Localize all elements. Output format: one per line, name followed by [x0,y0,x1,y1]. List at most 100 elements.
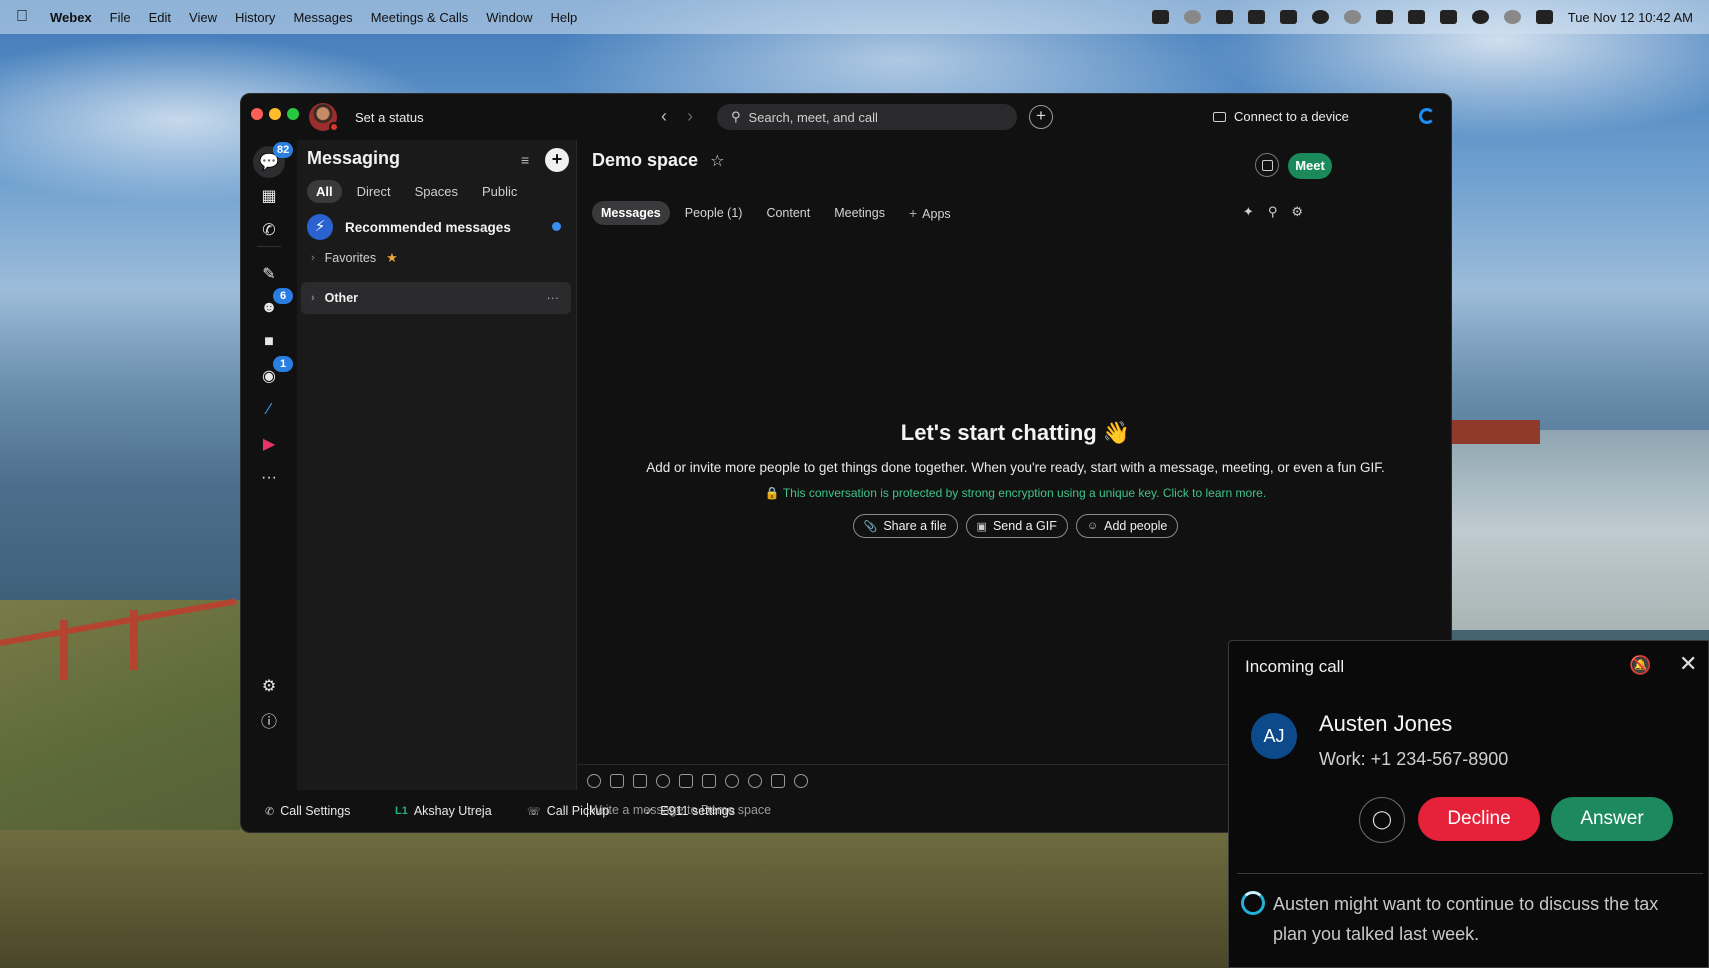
composer-toolbar [587,774,808,788]
set-status-link[interactable]: Set a status [355,110,424,125]
quote-icon[interactable] [702,774,716,788]
glasses-icon[interactable] [1343,10,1361,24]
gif-picker-icon[interactable] [633,774,647,788]
tab-apps[interactable]: + Apps [900,200,960,226]
messaging-nav-button[interactable]: 💬 82 [253,142,294,178]
menu-messages[interactable]: Messages [293,10,352,25]
minimize-window-button[interactable] [269,108,281,120]
drive-icon[interactable] [1407,10,1425,24]
sync-status-icon[interactable] [1419,108,1435,124]
menu-file[interactable]: File [110,10,131,25]
decline-button[interactable]: Decline [1418,797,1540,841]
spotlight-search-icon[interactable] [1503,10,1521,24]
tab-meetings[interactable]: Meetings [825,201,894,225]
voicemail-nav-button[interactable]: ◉ 1 [253,356,293,392]
attach-icon[interactable] [587,774,601,788]
zoom-window-button[interactable] [287,108,299,120]
connect-device-button[interactable]: Connect to a device [1213,109,1349,124]
ai-sparkle-icon[interactable] [794,774,808,788]
tab-messages[interactable]: Messages [592,201,670,225]
e911-settings-button[interactable]: ✓ E911 settings [645,804,735,818]
send-gif-button[interactable]: ▣ Send a GIF [965,514,1068,538]
close-window-button[interactable] [251,108,263,120]
calling-nav-button[interactable]: ✆ [253,214,285,246]
add-people-button[interactable]: ☺ Add people [1075,514,1179,538]
apple-icon[interactable]:  [16,8,28,26]
call-settings-button[interactable]: ✆ Call Settings [265,804,350,818]
navigation-rail: 💬 82 ▦ ✆ ✎ ☻ 6 ■ ◉ 1 ∕ ▶ ··· ⚙ ⓘ [241,140,297,832]
emoji-icon[interactable] [656,774,670,788]
screenshot-icon[interactable] [610,774,624,788]
more-apps-button[interactable]: ··· [253,462,285,494]
menu-view[interactable]: View [189,10,217,25]
messaging-unread-badge: 82 [273,142,294,158]
tab-people[interactable]: People (1) [676,201,752,225]
app-tray-icon[interactable] [1247,10,1265,24]
space-tools: ✦ ⚲ ⚙ [1243,204,1303,220]
answer-button[interactable]: Answer [1551,797,1673,841]
mac-menu-bar:  Webex File Edit View History Messages … [0,0,1709,34]
filter-all[interactable]: All [307,180,342,203]
share-screen-button[interactable] [1255,153,1279,177]
menu-edit[interactable]: Edit [149,10,171,25]
line-selector[interactable]: L1 Akshay Utreja [395,804,492,818]
vidcast-nav-button[interactable]: ▶ [253,428,285,460]
new-conversation-button[interactable]: + [545,148,569,172]
contacts-nav-button[interactable]: ■ [253,326,285,358]
notification-tray-icon[interactable] [1279,10,1297,24]
messaging-title: Messaging [307,148,401,168]
search-input[interactable]: ⚲ Search, meet, and call [717,104,1017,130]
forward-arrow-icon[interactable]: › [687,106,693,127]
space-settings-gear-icon[interactable]: ⚙ [1291,204,1303,220]
filter-spaces[interactable]: Spaces [406,180,467,203]
meet-button[interactable]: Meet [1288,153,1332,179]
menu-meetings-calls[interactable]: Meetings & Calls [371,10,469,25]
search-space-icon[interactable]: ⚲ [1268,204,1278,220]
whiteboard-nav-button[interactable]: ✎ [253,258,285,290]
more-options-icon[interactable]: ··· [547,291,560,305]
menu-app-name[interactable]: Webex [50,10,92,25]
message-caller-button[interactable]: ◯ [1359,797,1405,843]
menu-history[interactable]: History [235,10,275,25]
video-message-icon[interactable] [771,774,785,788]
mention-icon[interactable] [725,774,739,788]
caller-name: Austen Jones [1319,711,1453,736]
poll-icon[interactable] [748,774,762,788]
settings-button[interactable]: ⚙ [253,670,285,702]
menu-help[interactable]: Help [550,10,577,25]
teams-badge: 6 [273,288,293,304]
cloud-icon[interactable] [1311,10,1329,24]
help-button[interactable]: ⓘ [253,704,285,736]
whiteboard-icon[interactable] [679,774,693,788]
media-icon[interactable] [1375,10,1393,24]
webex-tray-icon[interactable] [1151,10,1169,24]
pin-icon[interactable]: ✦ [1243,204,1254,220]
battery-icon[interactable] [1439,10,1457,24]
line-tag: L1 [395,805,408,817]
screen-share-icon[interactable] [1215,10,1233,24]
close-icon[interactable]: ✕ [1679,651,1697,677]
favorites-label: Favorites [324,251,377,265]
call-pickup-button[interactable]: ☏ Call Pickup [527,804,609,818]
teams-nav-button[interactable]: ☻ 6 [253,288,293,324]
tab-content[interactable]: Content [757,201,819,225]
calendar-nav-button[interactable]: ▦ [253,180,285,212]
other-section[interactable]: › Other ··· [301,282,571,314]
menu-window[interactable]: Window [486,10,532,25]
back-arrow-icon[interactable]: ‹ [661,106,667,127]
add-plus-button[interactable]: + [1029,105,1053,129]
app-integration-nav-button[interactable]: ∕ [253,394,285,426]
menu-clock[interactable]: Tue Nov 12 10:42 AM [1568,10,1693,25]
share-file-button[interactable]: 📎 Share a file [852,514,958,538]
wifi-icon[interactable] [1471,10,1489,24]
focus-moon-icon[interactable] [1183,10,1201,24]
control-center-icon[interactable] [1535,10,1553,24]
filter-public[interactable]: Public [473,180,526,203]
mute-ringer-bell-icon[interactable]: 🔕 [1629,655,1651,676]
recommended-messages-item[interactable]: ⚡ Recommended messages [307,212,567,242]
favorites-section[interactable]: › Favorites ★ [311,250,398,266]
filter-list-icon[interactable]: ≡ [521,152,529,168]
favorite-star-icon[interactable]: ☆ [710,151,724,171]
filter-direct[interactable]: Direct [348,180,400,203]
encryption-notice-link[interactable]: 🔒 This conversation is protected by stro… [578,486,1451,500]
